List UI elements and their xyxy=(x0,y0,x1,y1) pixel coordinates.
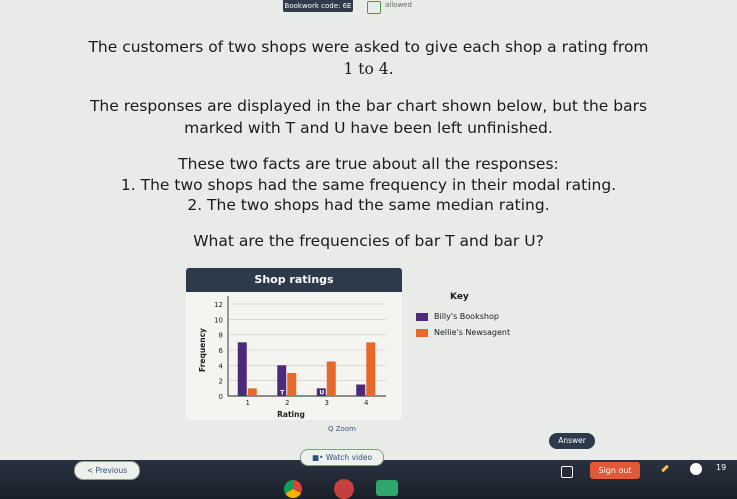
chart-key: Key Billy's Bookshop Nellie's Newsagent xyxy=(402,286,512,346)
add-icon[interactable] xyxy=(561,466,573,478)
zoom-button[interactable]: Q Zoom xyxy=(328,425,356,433)
y-tick-label: 0 xyxy=(219,393,223,401)
y-tick-label: 4 xyxy=(219,362,224,370)
y-tick-label: 10 xyxy=(214,316,223,324)
bookwork-code: Bookwork code: 6E xyxy=(283,0,353,12)
key-item-billy: Billy's Bookshop xyxy=(416,312,499,321)
question-line-7: 2. The two shops had the same median rat… xyxy=(187,196,550,214)
key-swatch-nellie xyxy=(416,328,428,337)
key-label-nellie: Nellie's Newsagent xyxy=(434,328,511,337)
bar-label-u: U xyxy=(319,389,324,396)
key-title: Key xyxy=(450,292,469,302)
chart-title: Shop ratings xyxy=(186,268,402,292)
key-label-billy: Billy's Bookshop xyxy=(434,312,499,321)
bar-billy-1 xyxy=(237,342,247,396)
chrome-icon[interactable] xyxy=(284,480,302,498)
pen-icon[interactable] xyxy=(661,464,669,473)
bar-nellie-1 xyxy=(247,388,257,396)
question-line-3: The responses are displayed in the bar c… xyxy=(89,97,648,115)
bar-chart: 0246810121 2 3 4T URatingFrequency xyxy=(198,296,386,419)
question-line-2: 1 to 4. xyxy=(343,60,394,78)
chart-card: Shop ratings 0 2 4 6 8 10 12 1 2 3 4 T U Rating Freque… xyxy=(186,268,402,420)
x-tick-label: 3 xyxy=(325,399,329,407)
question-line-8: What are the frequencies of bar T and ba… xyxy=(193,232,544,250)
y-tick-label: 12 xyxy=(214,301,223,309)
y-axis-label: Frequency xyxy=(198,328,207,372)
y-tick-label: 8 xyxy=(219,332,223,340)
bar-nellie-2 xyxy=(287,373,297,396)
sign-out-button[interactable]: Sign out xyxy=(590,462,640,479)
key-item-nellie: Nellie's Newsagent xyxy=(416,328,510,337)
calculator-icon xyxy=(367,1,381,14)
answer-button[interactable]: Answer xyxy=(549,433,595,449)
x-tick-label: 4 xyxy=(364,399,369,407)
calculator-status: allowed xyxy=(385,1,412,9)
watch-video-button[interactable]: ■• Watch video xyxy=(300,449,384,466)
previous-button[interactable]: < Previous xyxy=(74,461,140,480)
x-tick-label: 1 xyxy=(246,399,250,407)
bar-nellie-3 xyxy=(326,361,336,396)
question-line-1: The customers of two shops were asked to… xyxy=(88,38,649,56)
question-line-6: 1. The two shops had the same frequency … xyxy=(120,176,617,194)
clock: 19 xyxy=(716,463,727,472)
files-icon[interactable] xyxy=(376,480,398,496)
bar-nellie-4 xyxy=(366,342,376,396)
bar-billy-4 xyxy=(356,384,366,396)
y-tick-label: 6 xyxy=(219,347,224,355)
app-icon[interactable] xyxy=(334,479,354,499)
info-icon[interactable] xyxy=(690,463,702,475)
key-swatch-billy xyxy=(416,312,428,321)
question-line-4: marked with T and U have been left unfin… xyxy=(184,119,553,137)
x-axis-label: Rating xyxy=(277,410,305,419)
question-line-5: These two facts are true about all the r… xyxy=(178,155,559,173)
x-tick-label: 2 xyxy=(285,399,289,407)
top-bar: Bookwork code: 6E allowed xyxy=(0,0,737,14)
y-tick-label: 2 xyxy=(219,378,223,386)
